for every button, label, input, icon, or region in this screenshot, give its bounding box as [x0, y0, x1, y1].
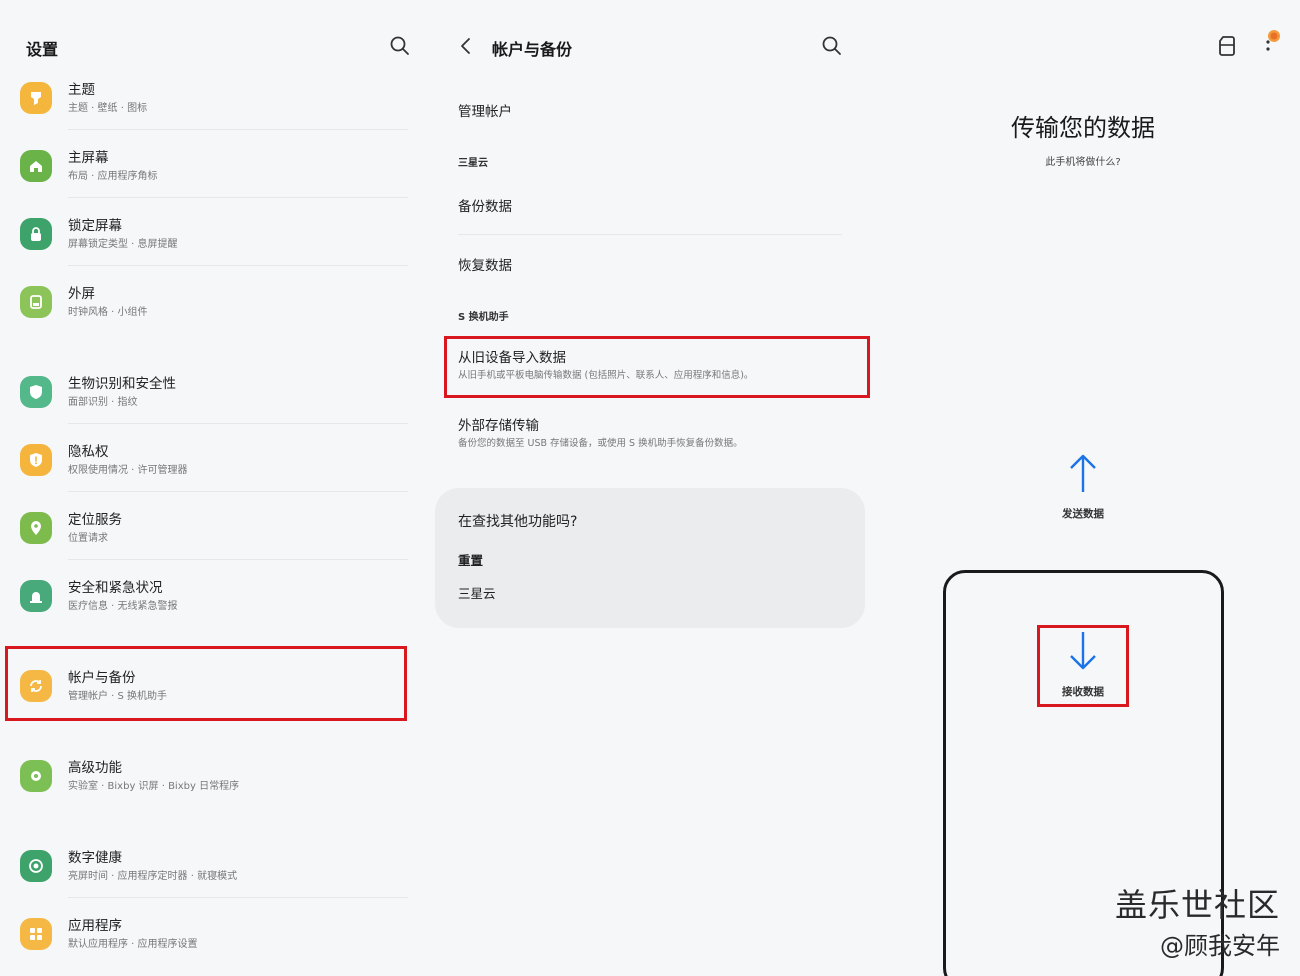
settings-item-subtitle: 医疗信息 · 无线紧急警报	[68, 601, 178, 612]
looking-for-something-card: 在查找其他功能吗? 重置 三星云	[435, 488, 865, 628]
divider	[68, 265, 408, 266]
settings-item-apps[interactable]: 应用程序 默认应用程序 · 应用程序设置	[18, 914, 408, 976]
settings-item-subtitle: 布局 · 应用程序角标	[68, 171, 158, 182]
reset-link[interactable]: 重置	[458, 550, 483, 569]
settings-item-home-screen[interactable]: 主屏幕 布局 · 应用程序角标	[18, 146, 408, 208]
settings-item-subtitle: 主题 · 壁纸 · 图标	[68, 103, 148, 114]
search-icon[interactable]	[821, 35, 843, 57]
transfer-subtitle: 此手机将做什么?	[1045, 157, 1121, 168]
apps-grid-icon	[20, 918, 52, 950]
settings-item-label: 外屏	[68, 286, 95, 302]
settings-item-label: 高级功能	[68, 760, 122, 776]
back-arrow-icon[interactable]	[456, 35, 476, 57]
shield-icon	[20, 376, 52, 408]
emergency-siren-icon	[20, 580, 52, 612]
settings-item-label: 安全和紧急状况	[68, 580, 163, 596]
settings-item-digital-wellbeing[interactable]: 数字健康 亮屏时间 · 应用程序定时器 · 就寝模式	[18, 846, 408, 908]
settings-item-cover-screen[interactable]: 外屏 时钟风格 · 小组件	[18, 282, 408, 344]
manage-accounts-item[interactable]: 管理帐户	[458, 100, 512, 120]
settings-item-location[interactable]: 定位服务 位置请求	[18, 508, 408, 570]
transfer-title: 传输您的数据	[1011, 114, 1155, 142]
send-data-label: 发送数据	[1062, 508, 1104, 520]
wellbeing-icon	[20, 850, 52, 882]
restore-data-item[interactable]: 恢复数据	[458, 254, 512, 274]
watermark-community: 盖乐世社区	[1114, 886, 1280, 924]
settings-item-subtitle: 权限使用情况 · 许可管理器	[68, 465, 188, 476]
send-data-button[interactable]: 发送数据	[1033, 448, 1133, 528]
divider	[458, 234, 842, 235]
screenshot-composite: 设置 主题 主题 · 壁纸 · 图标 主屏幕 布局 · 应用程序角标 锁定屏幕 …	[0, 0, 1300, 976]
highlight-box	[1037, 625, 1129, 707]
settings-item-label: 应用程序	[68, 918, 122, 934]
page-title: 帐户与备份	[492, 40, 573, 59]
settings-item-label: 数字健康	[68, 850, 122, 866]
section-header-cloud: 三星云	[458, 158, 488, 169]
settings-item-biometrics-security[interactable]: 生物识别和安全性 面部识别 · 指纹	[18, 372, 408, 434]
settings-item-safety-emergency[interactable]: 安全和紧急状况 医疗信息 · 无线紧急警报	[18, 576, 408, 638]
divider	[68, 197, 408, 198]
settings-item-subtitle: 位置请求	[68, 533, 108, 544]
arrow-up-icon	[1066, 452, 1100, 498]
highlight-box	[444, 336, 870, 398]
sd-card-icon[interactable]	[1216, 34, 1238, 58]
gear-plus-icon	[20, 760, 52, 792]
settings-panel: 设置 主题 主题 · 壁纸 · 图标 主屏幕 布局 · 应用程序角标 锁定屏幕 …	[0, 0, 420, 976]
settings-item-label: 锁定屏幕	[68, 218, 122, 234]
search-icon[interactable]	[389, 35, 411, 57]
settings-item-lock-screen[interactable]: 锁定屏幕 屏幕锁定类型 · 息屏提醒	[18, 214, 408, 276]
location-pin-icon	[20, 512, 52, 544]
settings-title: 设置	[26, 40, 59, 59]
external-subtitle: 备份您的数据至 USB 存储设备，或使用 S 换机助手恢复备份数据。	[458, 438, 743, 449]
settings-item-subtitle: 屏幕锁定类型 · 息屏提醒	[68, 239, 178, 250]
settings-item-subtitle: 默认应用程序 · 应用程序设置	[68, 939, 198, 950]
settings-item-label: 生物识别和安全性	[68, 376, 176, 392]
divider	[68, 423, 408, 424]
brush-icon	[20, 82, 52, 114]
divider	[68, 559, 408, 560]
settings-item-themes[interactable]: 主题 主题 · 壁纸 · 图标	[18, 78, 408, 140]
highlight-box	[5, 646, 407, 721]
more-options-icon[interactable]	[1260, 30, 1284, 56]
settings-item-privacy[interactable]: 隐私权 权限使用情况 · 许可管理器	[18, 440, 408, 502]
watermark-author: @顾我安年	[1160, 932, 1280, 960]
settings-item-subtitle: 实验室 · Bixby 识屏 · Bixby 日常程序	[68, 781, 240, 792]
home-icon	[20, 150, 52, 182]
transfer-data-panel: 传输您的数据 此手机将做什么? 发送数据 接收数据 盖乐世社区 @顾我安年	[870, 0, 1300, 976]
external-title: 外部存储传输	[458, 418, 539, 434]
divider	[68, 491, 408, 492]
accounts-backup-panel: 帐户与备份 管理帐户 三星云 备份数据 恢复数据 S 换机助手 从旧设备导入数据…	[430, 0, 870, 976]
settings-item-label: 定位服务	[68, 512, 122, 528]
backup-data-item[interactable]: 备份数据	[458, 195, 512, 215]
section-header-smart-switch: S 换机助手	[458, 312, 509, 323]
settings-item-subtitle: 亮屏时间 · 应用程序定时器 · 就寝模式	[68, 871, 238, 882]
samsung-cloud-link[interactable]: 三星云	[458, 583, 496, 602]
settings-item-advanced-features[interactable]: 高级功能 实验室 · Bixby 识屏 · Bixby 日常程序	[18, 756, 408, 818]
settings-item-label: 主屏幕	[68, 150, 109, 166]
card-title: 在查找其他功能吗?	[458, 514, 578, 530]
settings-item-subtitle: 时钟风格 · 小组件	[68, 307, 148, 318]
lock-icon	[20, 218, 52, 250]
settings-item-subtitle: 面部识别 · 指纹	[68, 397, 138, 408]
privacy-icon	[20, 444, 52, 476]
divider	[68, 897, 408, 898]
cover-screen-icon	[20, 286, 52, 318]
settings-item-label: 隐私权	[68, 444, 109, 460]
settings-item-label: 主题	[68, 82, 95, 98]
divider	[68, 129, 408, 130]
